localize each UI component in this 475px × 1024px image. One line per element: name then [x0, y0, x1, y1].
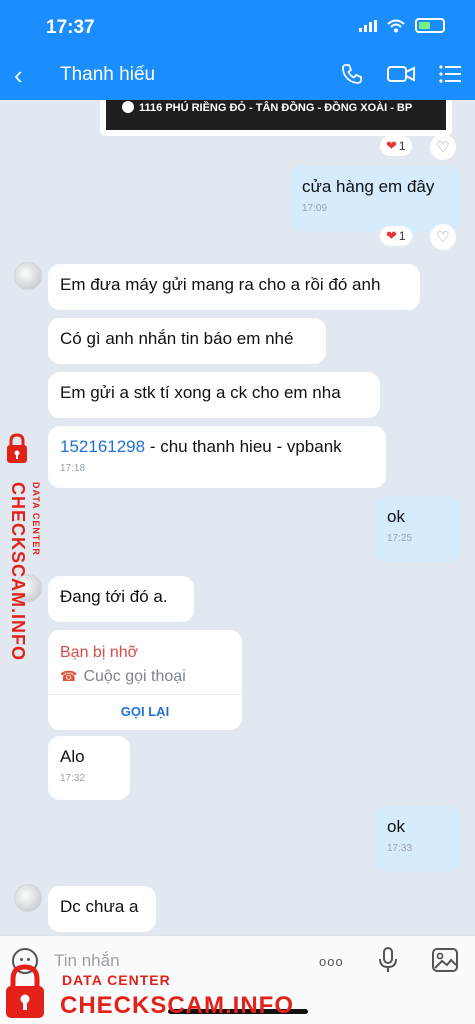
image-icon[interactable]	[432, 948, 458, 972]
message-text: ok	[387, 817, 405, 836]
video-icon[interactable]	[387, 64, 415, 84]
back-button[interactable]: ‹	[14, 62, 23, 88]
location-text: 1116 PHÚ RIỀNG ĐỎ - TÂN ĐỒNG - ĐỒNG XOÀI…	[139, 102, 413, 114]
menu-icon[interactable]	[439, 65, 461, 83]
lock-icon	[7, 433, 27, 463]
message-bubble-received[interactable]: Alo 17:32	[48, 736, 130, 800]
watermark-main-text: CHECKSCAM.INFO	[60, 992, 294, 1019]
message-bubble-received[interactable]: Có gì anh nhắn tin báo em nhé	[48, 318, 326, 364]
signal-icon	[359, 19, 377, 32]
message-bubble-received[interactable]: Đang tới đó a.	[48, 576, 194, 622]
reaction-badge[interactable]: ❤ 1	[380, 226, 412, 246]
avatar[interactable]	[14, 262, 42, 290]
message-text: Em gửi a stk tí xong a ck cho em nha	[60, 383, 341, 402]
watermark-bottom: DATA CENTER CHECKSCAM.INFO	[4, 960, 304, 1024]
battery-icon	[415, 18, 445, 33]
watermark-vertical: CHECKSCAM.INFO DATA CENTER	[2, 432, 46, 662]
message-text: Có gì anh nhắn tin báo em nhé	[60, 329, 294, 348]
reaction-count: 1	[398, 139, 406, 153]
phone-icon[interactable]	[341, 63, 363, 85]
heart-icon: ❤	[386, 228, 397, 243]
message-time: 17:32	[60, 773, 86, 784]
like-button[interactable]: ♡	[430, 134, 456, 160]
message-time: 17:33	[387, 843, 413, 854]
microphone-icon[interactable]	[378, 946, 398, 974]
more-icon[interactable]: ooo	[319, 954, 344, 969]
watermark-main-text: CHECKSCAM.INFO	[8, 482, 28, 661]
status-time: 17:37	[46, 17, 95, 38]
reaction-count: 1	[398, 229, 406, 243]
message-bubble-received[interactable]: Em gửi a stk tí xong a ck cho em nha	[48, 372, 380, 418]
message-text: Dc chưa a	[60, 897, 139, 916]
missed-call-title: Bạn bị nhỡ	[60, 644, 139, 661]
lock-icon	[6, 964, 44, 1018]
wifi-icon	[387, 19, 405, 32]
message-time: 17:18	[60, 463, 86, 474]
avatar[interactable]	[14, 884, 42, 912]
chat-area[interactable]: 1116 PHÚ RIỀNG ĐỎ - TÂN ĐỒNG - ĐỒNG XOÀI…	[0, 100, 475, 935]
location-pin-icon	[122, 101, 134, 113]
reaction-badge[interactable]: ❤ 1	[380, 136, 412, 156]
message-bubble-sent[interactable]: ok 17:25	[375, 496, 460, 562]
message-bubble-received[interactable]: Em đưa máy gửi mang ra cho a rồi đó anh	[48, 264, 420, 310]
contact-name[interactable]: Thanh hiếu	[60, 64, 155, 86]
message-text: cửa hàng em đây	[302, 177, 435, 196]
missed-call-card: Bạn bị nhỡ ☎ Cuộc gọi thoại GỌI LẠI	[48, 630, 242, 730]
message-bubble-received[interactable]: Dc chưa a	[48, 886, 156, 932]
call-back-button[interactable]: GỌI LẠI	[48, 694, 242, 730]
chat-header: 17:37 ‹ Thanh hiếu	[0, 0, 475, 100]
message-time: 17:09	[302, 203, 328, 214]
message-text: Alo	[60, 747, 85, 766]
message-text: Đang tới đó a.	[60, 587, 168, 606]
pinned-location-card[interactable]: 1116 PHÚ RIỀNG ĐỎ - TÂN ĐỒNG - ĐỒNG XOÀI…	[100, 100, 452, 136]
like-button[interactable]: ♡	[430, 224, 456, 250]
message-bubble-sent[interactable]: cửa hàng em đây 17:09	[290, 166, 460, 232]
message-text: - chu thanh hieu - vpbank	[145, 437, 342, 456]
watermark-sub-text: DATA CENTER	[31, 482, 41, 556]
account-number-link[interactable]: 152161298	[60, 437, 145, 456]
message-bubble-sent[interactable]: ok 17:33	[375, 806, 460, 872]
status-icons	[359, 18, 445, 33]
missed-call-icon: ☎	[60, 668, 78, 684]
watermark-sub-text: DATA CENTER	[62, 972, 171, 988]
missed-call-subtitle: Cuộc gọi thoại	[83, 668, 186, 685]
message-bubble-received[interactable]: 152161298 - chu thanh hieu - vpbank 17:1…	[48, 426, 386, 488]
message-text: ok	[387, 507, 405, 526]
message-time: 17:25	[387, 533, 413, 544]
message-text: Em đưa máy gửi mang ra cho a rồi đó anh	[60, 275, 381, 294]
heart-icon: ❤	[386, 138, 397, 153]
